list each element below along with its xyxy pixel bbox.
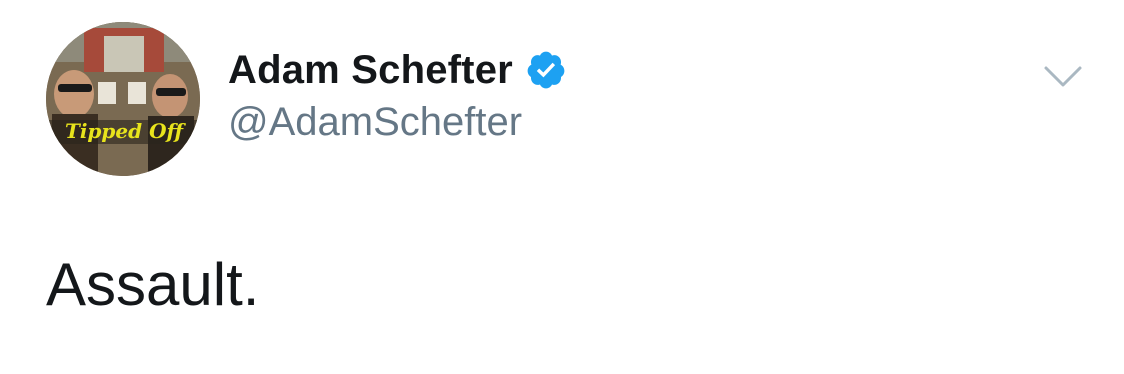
avatar-image: Tipped Off [46, 22, 200, 176]
handle[interactable]: @AdamSchefter [228, 100, 522, 145]
avatar[interactable]: Tipped Off [46, 22, 200, 176]
tweet-card: Tipped Off Adam Schefter @AdamSchefter A… [0, 0, 1124, 374]
tweet-text: Assault. [46, 251, 260, 318]
chevron-down-icon[interactable] [1042, 58, 1084, 94]
display-name[interactable]: Adam Schefter [228, 48, 513, 93]
verified-badge-icon [525, 49, 567, 91]
author-name-row: Adam Schefter [228, 44, 567, 96]
avatar-caption: Tipped Off [65, 119, 187, 143]
